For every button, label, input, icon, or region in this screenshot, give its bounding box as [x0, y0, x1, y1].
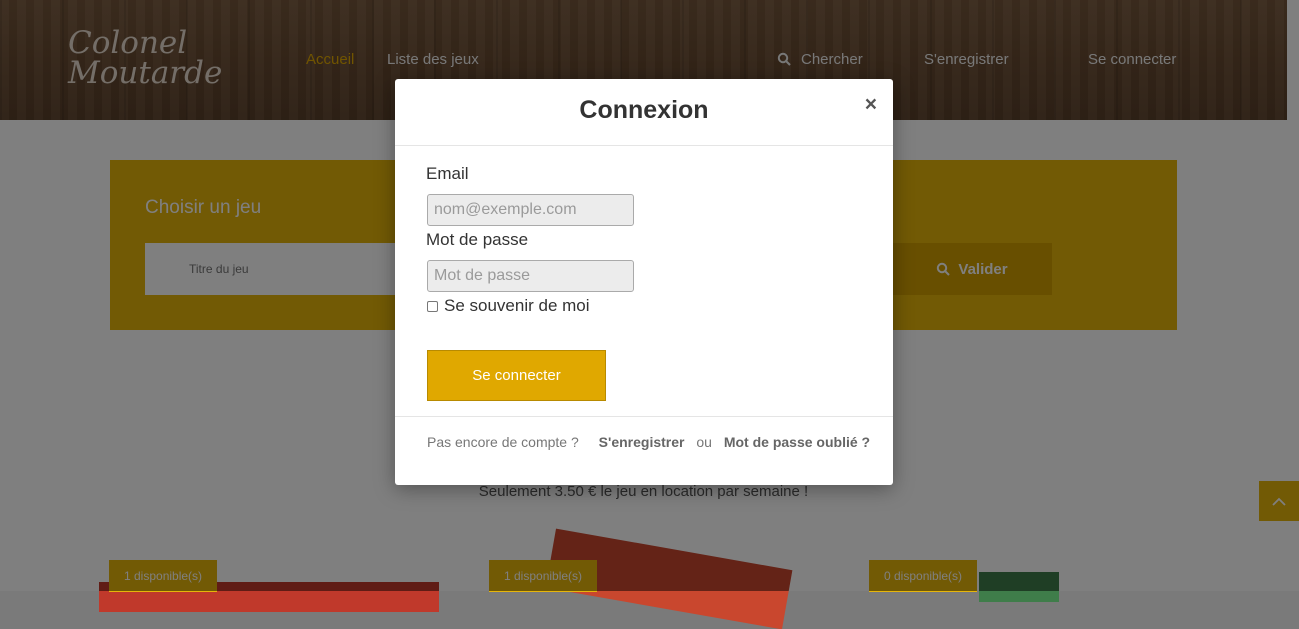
remember-me-label: Se souvenir de moi: [444, 296, 590, 315]
password-label: Mot de passe: [426, 230, 529, 249]
register-link[interactable]: S'enregistrer: [599, 434, 685, 450]
or-separator: ou: [696, 434, 712, 450]
remember-me[interactable]: Se souvenir de moi: [427, 296, 590, 316]
modal-footer: Pas encore de compte ? S'enregistrer ou …: [395, 416, 893, 486]
email-field[interactable]: [427, 194, 634, 226]
email-label: Email: [426, 164, 469, 183]
forgot-password-link[interactable]: Mot de passe oublié ?: [724, 434, 870, 450]
no-account-text: Pas encore de compte ?: [427, 434, 579, 450]
close-icon[interactable]: ×: [865, 93, 877, 117]
modal-header: Connexion ×: [395, 79, 893, 146]
login-submit-button[interactable]: Se connecter: [427, 350, 606, 401]
password-field[interactable]: [427, 260, 634, 292]
modal-title: Connexion: [579, 96, 709, 124]
login-modal: Connexion × Email Mot de passe Se souven…: [395, 79, 893, 485]
remember-me-checkbox[interactable]: [427, 300, 438, 312]
